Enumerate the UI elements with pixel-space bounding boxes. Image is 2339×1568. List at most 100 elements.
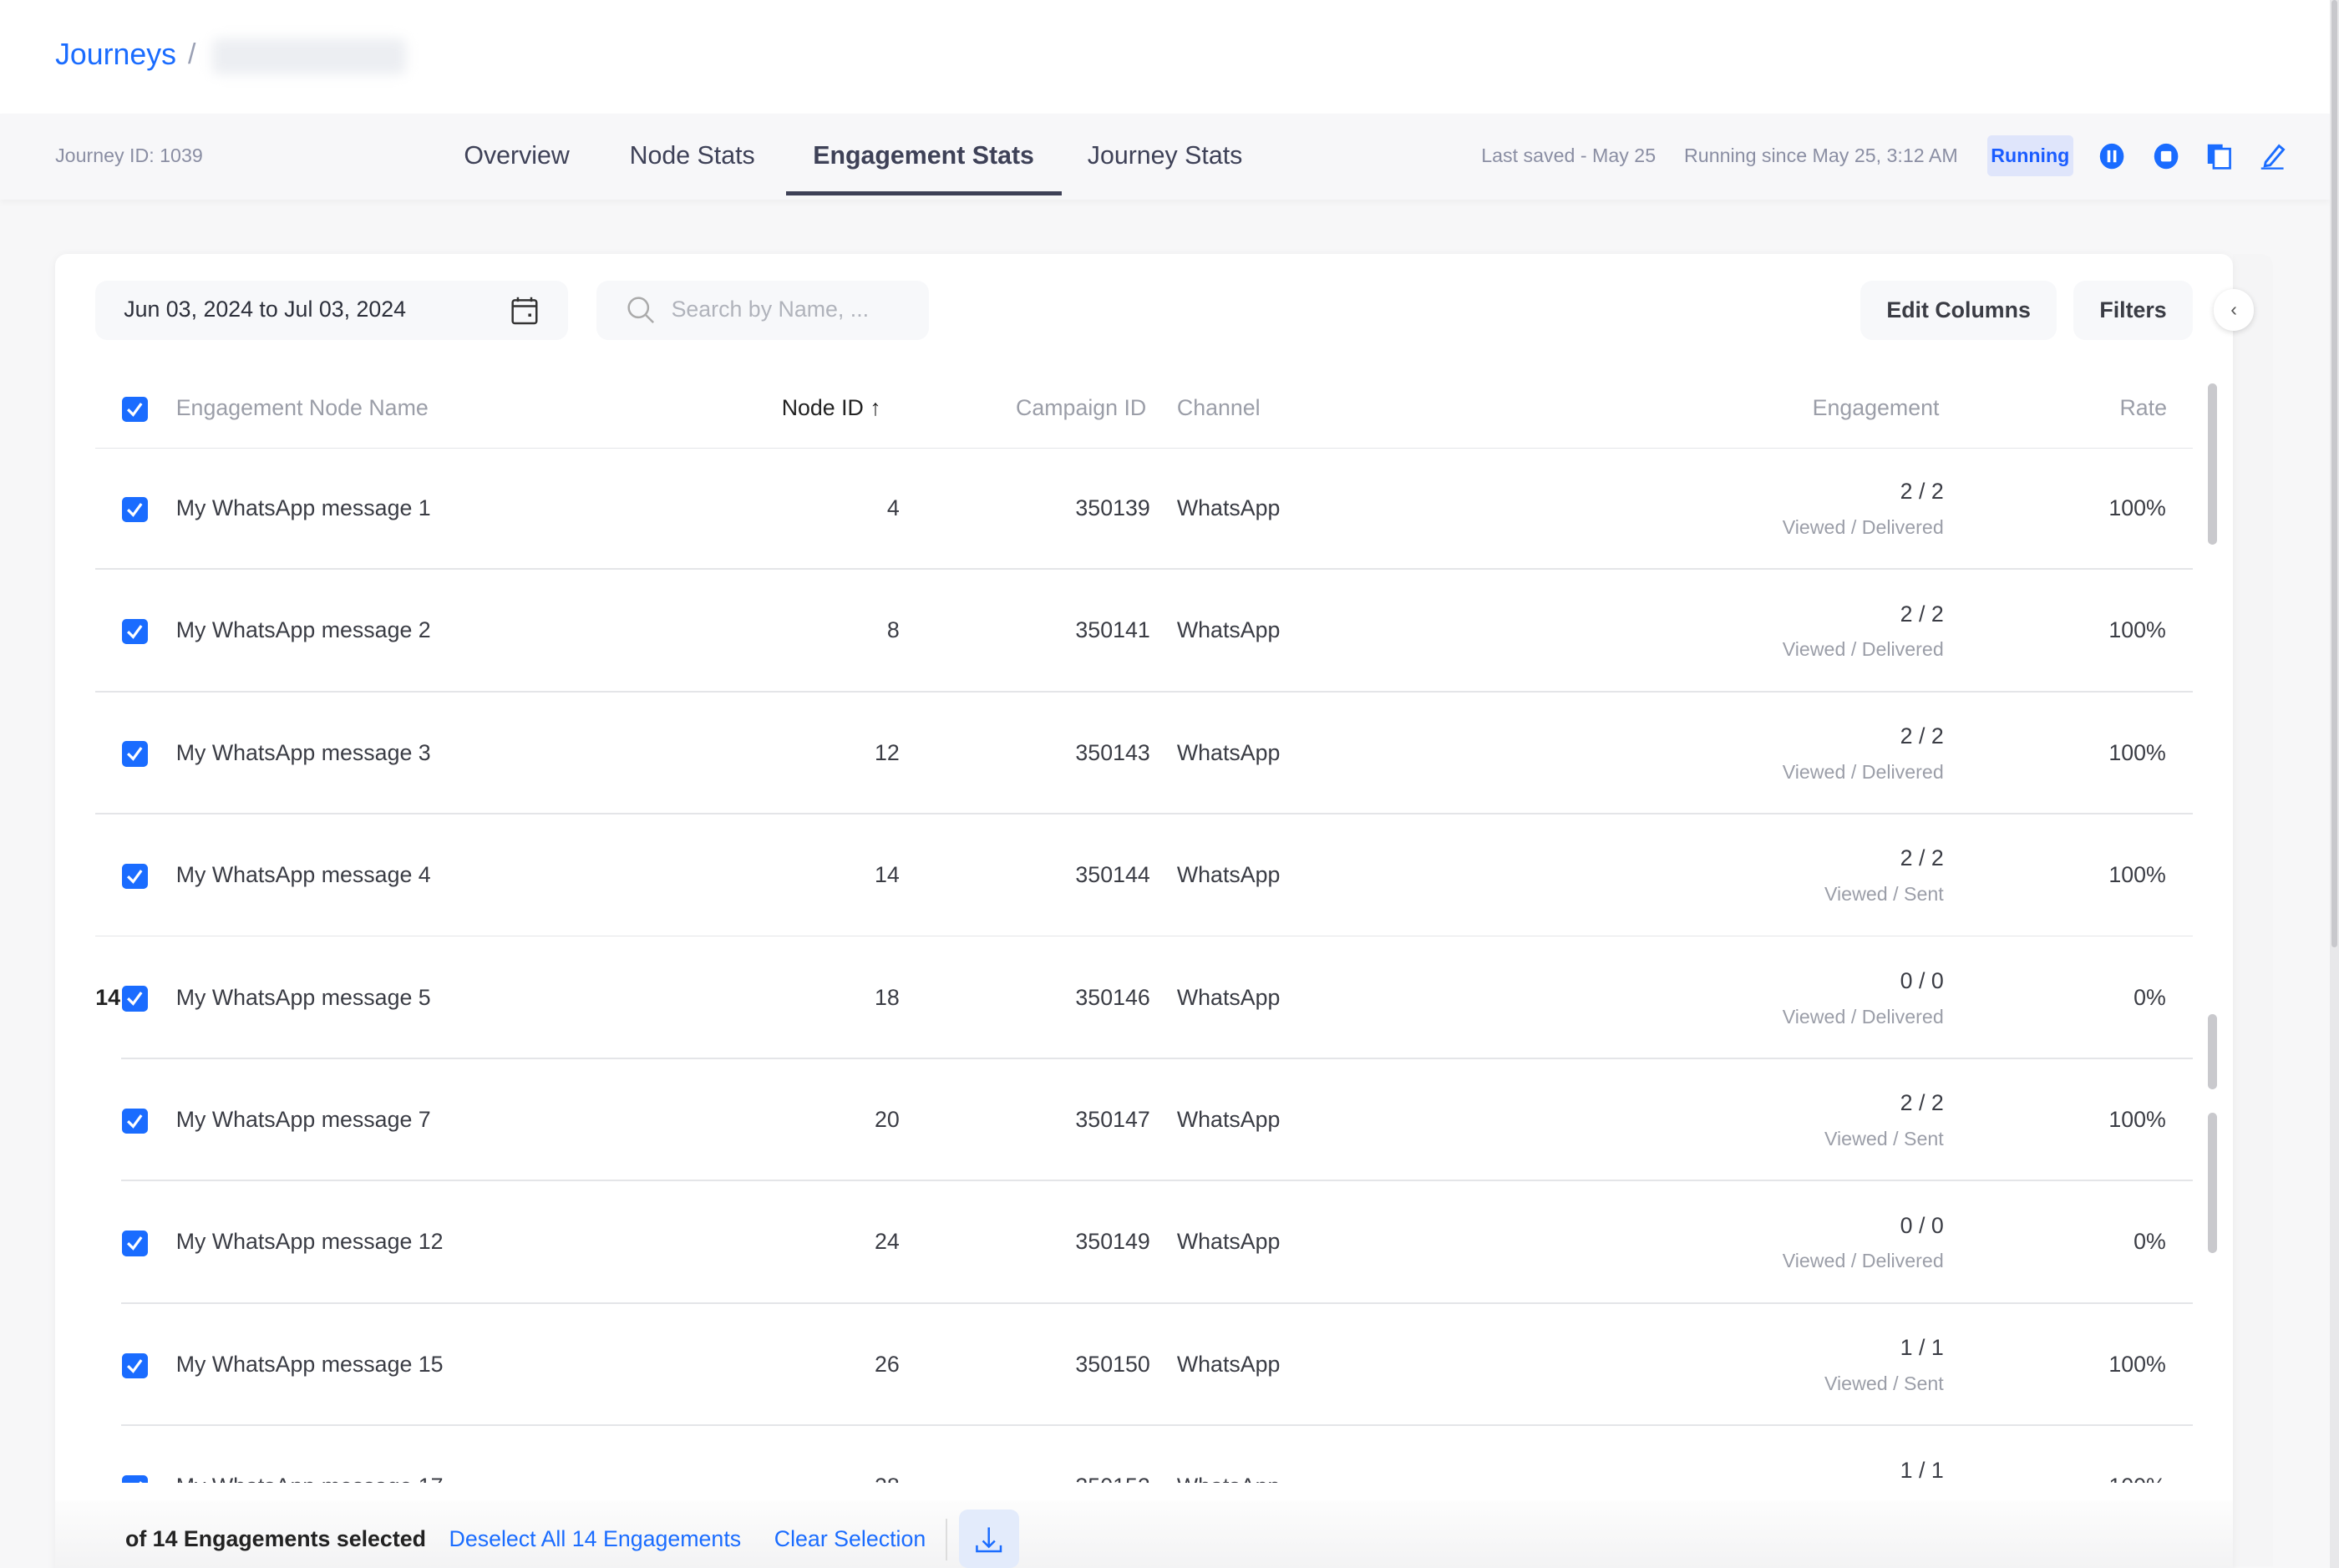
- node-id: 4: [886, 495, 900, 520]
- rate: 100%: [2108, 1106, 2166, 1132]
- selected-count-text: of 14 Engagements selected: [124, 1525, 426, 1551]
- row-checkbox[interactable]: [122, 1108, 148, 1134]
- engagement-label: Viewed / Delivered: [1782, 515, 1944, 538]
- table-row[interactable]: My WhatsApp message 5 18 350146 WhatsApp…: [55, 936, 2218, 1059]
- rate: 100%: [2108, 495, 2166, 520]
- breadcrumb-journeys[interactable]: Journeys: [55, 38, 176, 72]
- channel: WhatsApp: [1176, 495, 1281, 520]
- filters-button[interactable]: Filters: [2073, 280, 2193, 341]
- calendar-icon[interactable]: [510, 296, 539, 326]
- rate: 100%: [2108, 862, 2166, 888]
- col-header-node-id[interactable]: Node ID ↑: [782, 395, 881, 421]
- engagement-name[interactable]: My WhatsApp message 4: [176, 862, 431, 888]
- campaign-id: 350147: [1075, 1106, 1150, 1132]
- channel: WhatsApp: [1176, 1229, 1281, 1255]
- table-row[interactable]: My WhatsApp message 3 12 350143 WhatsApp…: [55, 693, 2218, 814]
- last-saved: Last saved - May 25: [1481, 145, 1657, 167]
- page-scrollbar[interactable]: [2330, 0, 2339, 1568]
- row-checkbox[interactable]: [122, 619, 148, 645]
- table-row[interactable]: My WhatsApp message 4 14 350144 WhatsApp…: [55, 814, 2218, 937]
- channel: WhatsApp: [1177, 1474, 1280, 1483]
- row-checkbox[interactable]: [122, 496, 148, 522]
- engagement-label: Viewed / Delivered: [1782, 760, 1944, 783]
- copy-icon[interactable]: [2206, 143, 2233, 170]
- table-scrollbar[interactable]: [2206, 376, 2220, 1483]
- table-row[interactable]: My WhatsApp message 12 24 350149 WhatsAp…: [55, 1181, 2218, 1304]
- collapse-panel-button[interactable]: ‹: [2213, 289, 2255, 332]
- node-id: 20: [874, 1106, 900, 1132]
- col-header-channel[interactable]: Channel: [1177, 395, 1261, 421]
- row-checkbox[interactable]: [122, 741, 148, 767]
- channel: WhatsApp: [1176, 984, 1281, 1010]
- engagement-value: 2 / 2: [1900, 1090, 1944, 1116]
- drag-count-overlay: 14: [95, 984, 121, 1010]
- channel: WhatsApp: [1176, 1106, 1281, 1132]
- rate: 0%: [2134, 1229, 2166, 1255]
- active-tab-indicator: [786, 190, 1063, 195]
- rate: 100%: [2108, 617, 2166, 643]
- node-id: 14: [874, 862, 900, 888]
- select-all-checkbox[interactable]: [122, 396, 148, 423]
- pause-icon[interactable]: [2098, 143, 2125, 170]
- table-row[interactable]: My WhatsApp message 17 28 350152 WhatsAp…: [55, 1426, 2218, 1483]
- rate: 100%: [2108, 1351, 2166, 1377]
- engagement-label: Viewed / Delivered: [1782, 1005, 1944, 1028]
- campaign-id: 350141: [1075, 617, 1150, 643]
- engagement-name[interactable]: My WhatsApp message 3: [176, 740, 431, 766]
- campaign-id: 350144: [1075, 862, 1150, 888]
- tab-journey-stats[interactable]: Journey Stats: [1088, 142, 1243, 170]
- col-header-campaign-id[interactable]: Campaign ID: [1016, 395, 1146, 421]
- row-checkbox[interactable]: [122, 1231, 148, 1256]
- table-row[interactable]: My WhatsApp message 2 8 350141 WhatsApp …: [55, 570, 2218, 693]
- table-row[interactable]: My WhatsApp message 1 4 350139 WhatsApp …: [55, 448, 2218, 571]
- engagement-value: 2 / 2: [1900, 723, 1944, 749]
- engagement-label: Viewed / Sent: [1824, 883, 1944, 906]
- channel: WhatsApp: [1176, 617, 1281, 643]
- tab-overview[interactable]: Overview: [464, 142, 569, 170]
- row-checkbox[interactable]: [122, 1475, 148, 1483]
- engagement-name[interactable]: My WhatsApp message 7: [176, 1107, 431, 1133]
- engagement-name[interactable]: My WhatsApp message 5: [176, 985, 431, 1011]
- clear-selection-link[interactable]: Clear Selection: [774, 1526, 926, 1552]
- date-range-value: Jun 03, 2024 to Jul 03, 2024: [124, 297, 407, 322]
- engagement-name[interactable]: My WhatsApp message 2: [176, 617, 431, 643]
- engagement-value: 0 / 0: [1900, 967, 1944, 993]
- campaign-id: 350143: [1075, 739, 1150, 765]
- engagement-name[interactable]: My WhatsApp message 1: [176, 495, 431, 521]
- download-button[interactable]: [959, 1510, 1019, 1568]
- tab-engagement-stats[interactable]: Engagement Stats: [813, 142, 1034, 170]
- engagement-value: 2 / 2: [1900, 601, 1944, 627]
- engagement-value: 1 / 1: [1900, 1457, 1944, 1483]
- side-panel-strip: [2233, 253, 2274, 1566]
- engagement-name[interactable]: My WhatsApp message 12: [176, 1229, 444, 1255]
- campaign-id: 350150: [1075, 1351, 1150, 1377]
- col-header-rate[interactable]: Rate: [2119, 395, 2167, 421]
- row-checkbox[interactable]: [122, 986, 148, 1012]
- table-row[interactable]: My WhatsApp message 7 20 350147 WhatsApp…: [55, 1059, 2218, 1182]
- stop-icon[interactable]: [2153, 143, 2179, 170]
- col-header-engagement[interactable]: Engagement: [1813, 395, 1940, 421]
- journey-id: Journey ID: 1039: [55, 145, 203, 167]
- row-checkbox[interactable]: [122, 863, 148, 890]
- campaign-id: 350146: [1075, 984, 1150, 1010]
- col-header-name[interactable]: Engagement Node Name: [176, 395, 429, 421]
- search-placeholder: Search by Name, ...: [671, 297, 870, 322]
- tab-node-stats[interactable]: Node Stats: [630, 142, 755, 170]
- status-badge: Running: [1986, 135, 2074, 176]
- search-icon: [627, 296, 655, 323]
- engagement-value: 1 / 1: [1900, 1335, 1944, 1361]
- rate: 100%: [2017, 1474, 2165, 1483]
- node-id: 18: [874, 984, 900, 1010]
- edit-pencil-icon[interactable]: [2260, 143, 2286, 170]
- edit-columns-button[interactable]: Edit Columns: [1860, 280, 2057, 341]
- engagement-name[interactable]: My WhatsApp message 17: [176, 1474, 444, 1483]
- table-row[interactable]: My WhatsApp message 15 26 350150 WhatsAp…: [55, 1304, 2218, 1427]
- row-checkbox[interactable]: [122, 1352, 148, 1378]
- deselect-all-link[interactable]: Deselect All 14 Engagements: [449, 1526, 741, 1552]
- rate: 0%: [2134, 984, 2166, 1010]
- node-id: 8: [886, 617, 900, 643]
- engagement-value: 2 / 2: [1900, 845, 1944, 871]
- node-id: 12: [874, 739, 900, 765]
- node-id: 24: [874, 1229, 900, 1255]
- engagement-name[interactable]: My WhatsApp message 15: [176, 1352, 444, 1378]
